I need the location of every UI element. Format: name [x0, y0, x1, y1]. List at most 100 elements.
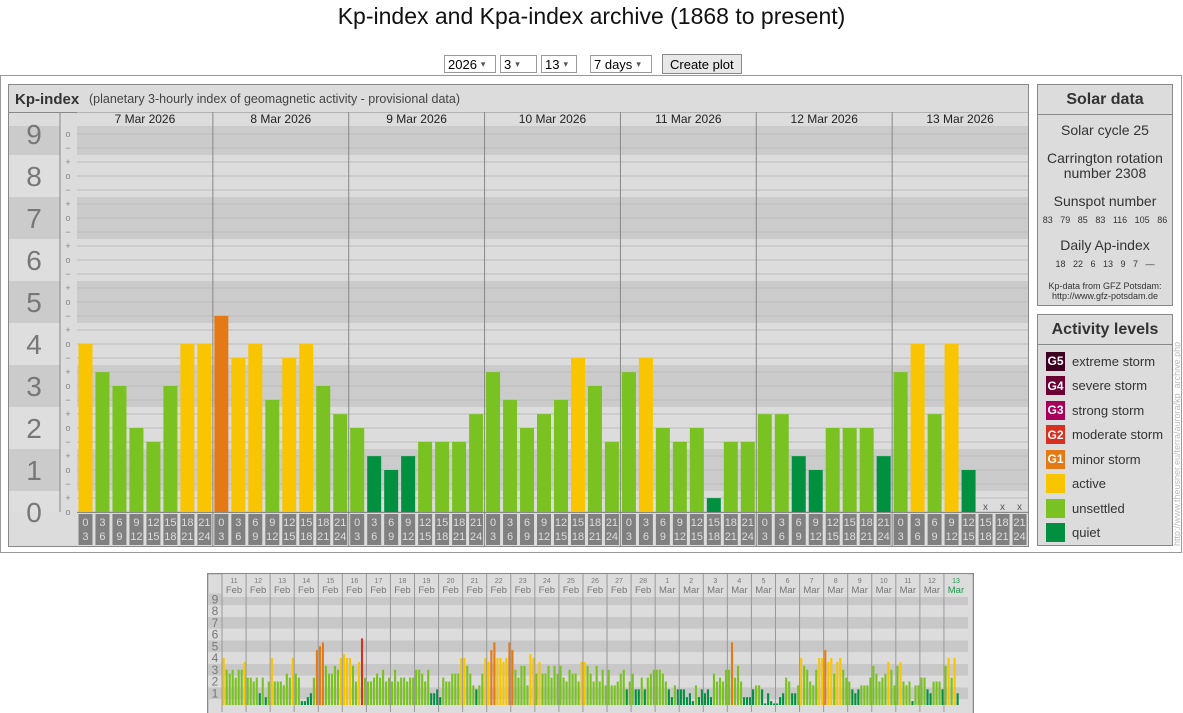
time-slot-start: 12: [283, 517, 295, 529]
time-slot-end: 6: [915, 531, 921, 543]
kp-bar: [737, 666, 739, 705]
kp-bar: [487, 662, 489, 705]
kp-bar: [376, 674, 378, 705]
month-label: Feb: [563, 585, 579, 596]
time-slot-end: 15: [691, 531, 703, 543]
kp-bar: [644, 689, 646, 705]
kp-bar: [433, 693, 435, 705]
kp-bar: [854, 693, 856, 705]
grid-band: [208, 605, 968, 617]
create-plot-button[interactable]: Create plot: [662, 54, 742, 74]
kp-bar: [641, 678, 643, 705]
day-number: 13: [952, 578, 960, 585]
time-slot-start: 18: [996, 517, 1008, 529]
time-slot-start: 6: [116, 517, 122, 529]
level-swatch: G5: [1046, 352, 1065, 371]
kp-bar: [911, 344, 925, 512]
sublevel-label: o: [65, 255, 70, 265]
y-tick-label: 0: [26, 497, 42, 528]
time-slot-start: 0: [898, 517, 904, 529]
day-number: 4: [737, 578, 741, 585]
source-link[interactable]: http://www.gfz-potsdam.de: [1038, 291, 1172, 301]
time-slot-end: 3: [762, 531, 768, 543]
kp-bar: [578, 682, 580, 706]
time-slot-start: 9: [677, 517, 683, 529]
day-select[interactable]: 13▾: [541, 55, 577, 73]
overview-chart: 12345678911Feb12Feb13Feb14Feb15Feb16Feb1…: [207, 573, 974, 713]
kp-bar: [572, 674, 574, 705]
day-number: 27: [615, 578, 623, 585]
kp-bar: [537, 414, 551, 512]
time-slot-end: 12: [266, 531, 278, 543]
kp-bar: [707, 498, 721, 512]
level-label: moderate storm: [1072, 427, 1163, 442]
kp-bar: [602, 670, 604, 705]
kp-bar: [824, 650, 826, 705]
time-slot-end: 12: [402, 531, 414, 543]
month-label: Feb: [611, 585, 627, 596]
kp-bar: [566, 682, 568, 706]
kp-bar: [866, 685, 868, 705]
kp-bar: [544, 674, 546, 705]
range-select[interactable]: 7 days▾: [590, 55, 652, 73]
sublevel-label: +: [65, 409, 70, 419]
activity-level-moderate-storm: G2moderate storm: [1038, 423, 1172, 448]
kp-bar: [505, 658, 507, 705]
chart-subtitle: (planetary 3-hourly index of geomagnetic…: [89, 92, 460, 106]
time-slot-end: 15: [962, 531, 974, 543]
chevron-down-icon: ▾: [636, 59, 641, 70]
kp-bar: [902, 682, 904, 706]
kp-bar: [593, 682, 595, 706]
kp-bar: [656, 670, 658, 705]
kp-bar: [514, 670, 516, 705]
kp-bar: [773, 704, 775, 706]
kp-bar: [877, 456, 891, 512]
kp-bar: [112, 386, 126, 512]
time-slot-start: 12: [962, 517, 974, 529]
day-number: 15: [326, 578, 334, 585]
time-slot-end: 3: [354, 531, 360, 543]
sublevel-label: −: [65, 395, 70, 405]
kp-bar: [638, 689, 640, 705]
time-slot-end: 12: [810, 531, 822, 543]
kp-bar: [241, 670, 243, 705]
activity-level-extreme-storm: G5extreme storm: [1038, 349, 1172, 374]
ap-label: Daily Ap-index: [1038, 238, 1172, 253]
time-slot-start: 3: [371, 517, 377, 529]
activity-header: Activity levels: [1038, 315, 1172, 345]
time-slot-start: 0: [626, 517, 632, 529]
kp-bar: [908, 682, 910, 706]
kp-bar: [424, 682, 426, 706]
kp-bar: [632, 674, 634, 705]
kp-bar: [180, 344, 194, 512]
level-label: active: [1072, 476, 1106, 491]
time-slot-start: 9: [949, 517, 955, 529]
kp-bar: [878, 682, 880, 706]
page-title: Kp-index and Kpa-index archive (1868 to …: [0, 3, 1183, 30]
kp-bar: [340, 658, 342, 705]
kp-bar: [163, 386, 177, 512]
kp-bar: [716, 682, 718, 706]
kp-bar: [349, 658, 351, 705]
time-slot-start: 3: [235, 517, 241, 529]
sublevel-label: +: [65, 283, 70, 293]
kp-bar: [622, 372, 636, 512]
day-label: 11 Mar 2026: [655, 112, 722, 126]
month-label: Mar: [683, 585, 699, 596]
month-select[interactable]: 3▾: [500, 55, 537, 73]
time-slot-start: 6: [388, 517, 394, 529]
kp-bar: [884, 674, 886, 705]
kp-bar: [277, 682, 279, 706]
time-slot-start: 0: [354, 517, 360, 529]
time-slot-end: 6: [779, 531, 785, 543]
kp-bar: [373, 678, 375, 705]
kp-bar: [401, 456, 415, 512]
year-select[interactable]: 2026▾: [444, 55, 496, 73]
kp-bar: [265, 697, 267, 705]
kp-bar: [734, 678, 736, 705]
carrington-line2: number 2308: [1038, 166, 1172, 181]
kp-bar: [499, 658, 501, 705]
kp-bar: [244, 662, 246, 705]
kp-bar: [794, 693, 796, 705]
month-label: Feb: [587, 585, 603, 596]
